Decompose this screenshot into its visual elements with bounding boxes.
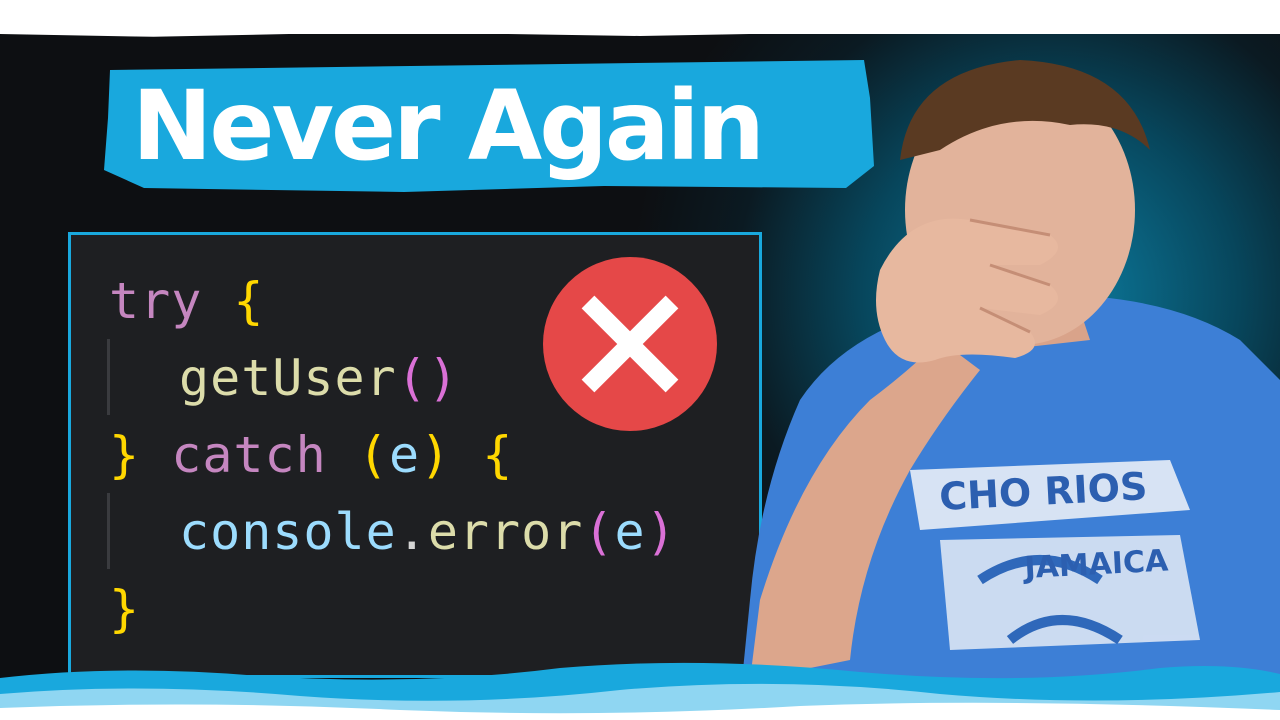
thumbnail: Never Again try { getUser() } catch (e) … (0, 0, 1280, 720)
code-line-1: try { (109, 271, 265, 331)
arg-e: e (614, 503, 646, 561)
method-error: error (427, 503, 584, 561)
function-getuser: getUser (179, 349, 397, 407)
object-console: console (179, 503, 397, 561)
catch-param: e (388, 426, 421, 484)
page-title: Never Again (132, 70, 765, 182)
brace-close: } (109, 426, 141, 484)
x-circle-icon (543, 257, 717, 431)
code-line-5: } (109, 579, 140, 639)
paren-open: ( (357, 426, 389, 484)
bottom-torn-edge (0, 662, 1280, 720)
dot: . (396, 503, 428, 561)
brace-close: } (109, 580, 141, 638)
brace-open: { (482, 426, 514, 484)
indent-guide (107, 493, 110, 569)
code-line-3: } catch (e) { (109, 425, 513, 485)
person-facepalm: CHO RIOS JAMAICA (740, 60, 1280, 700)
paren-close: ) (645, 503, 677, 561)
keyword-try: try (109, 272, 203, 330)
paren-close: ) (427, 349, 459, 407)
paren-open: ( (583, 503, 615, 561)
hand (876, 218, 1058, 363)
indent-guide (107, 339, 110, 415)
paren-close: ) (420, 426, 452, 484)
keyword-catch: catch (171, 426, 327, 484)
code-line-2: getUser() (179, 348, 459, 408)
paren-open: ( (396, 349, 428, 407)
brace-open: { (233, 272, 265, 330)
code-line-4: console.error(e) (179, 502, 677, 562)
